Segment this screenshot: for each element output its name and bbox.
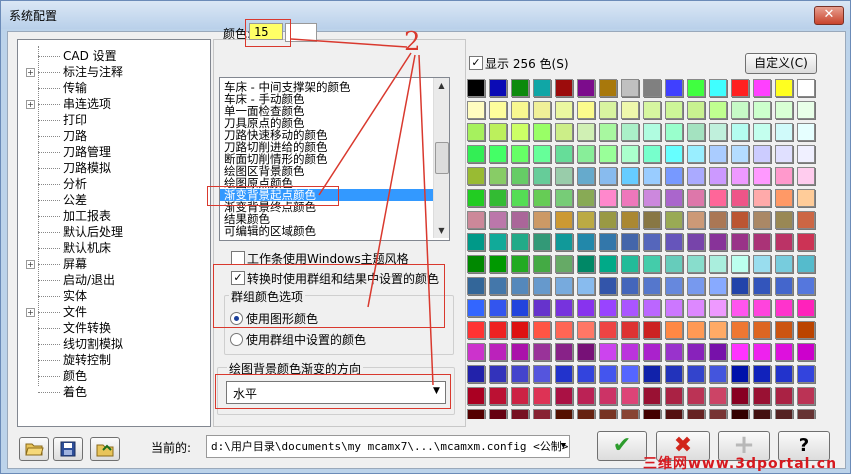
folder-open-icon — [25, 443, 44, 456]
merge-file-button[interactable] — [90, 437, 120, 461]
current-config-label: 当前的: — [151, 441, 192, 455]
annotation-arrow-to-gradient — [418, 54, 434, 386]
ok-button[interactable]: ✔ — [597, 431, 647, 461]
save-file-button[interactable] — [53, 437, 83, 461]
annotation-arrow-to-group-options — [367, 54, 416, 308]
open-file-button[interactable] — [19, 437, 49, 461]
folder-arrow-icon — [96, 444, 114, 457]
system-config-window: 系统配置 ✕ CAD 设置 + 标注与注释 传输 + 串连选项 打印 刀路 刀路管理 刀路模拟 分析… — [0, 0, 851, 474]
checkmark-icon: ✔ — [612, 433, 632, 458]
annotation-number: 2 — [404, 27, 421, 57]
watermark: 三维网www.3dportal.cn — [643, 456, 838, 472]
chevron-down-icon[interactable]: ▼ — [561, 436, 566, 457]
current-config-select[interactable]: d:\用户目录\documents\my mcamx7\...\mcamxm.c… — [206, 435, 570, 458]
annotation-arrows — [290, 38, 434, 386]
annotation-arrow-to-selected-item — [318, 52, 412, 196]
current-config-path: d:\用户目录\documents\my mcamx7\...\mcamxm.c… — [211, 440, 569, 453]
save-disk-icon — [60, 441, 76, 457]
annotation-arrow-to-color-field — [290, 38, 408, 48]
